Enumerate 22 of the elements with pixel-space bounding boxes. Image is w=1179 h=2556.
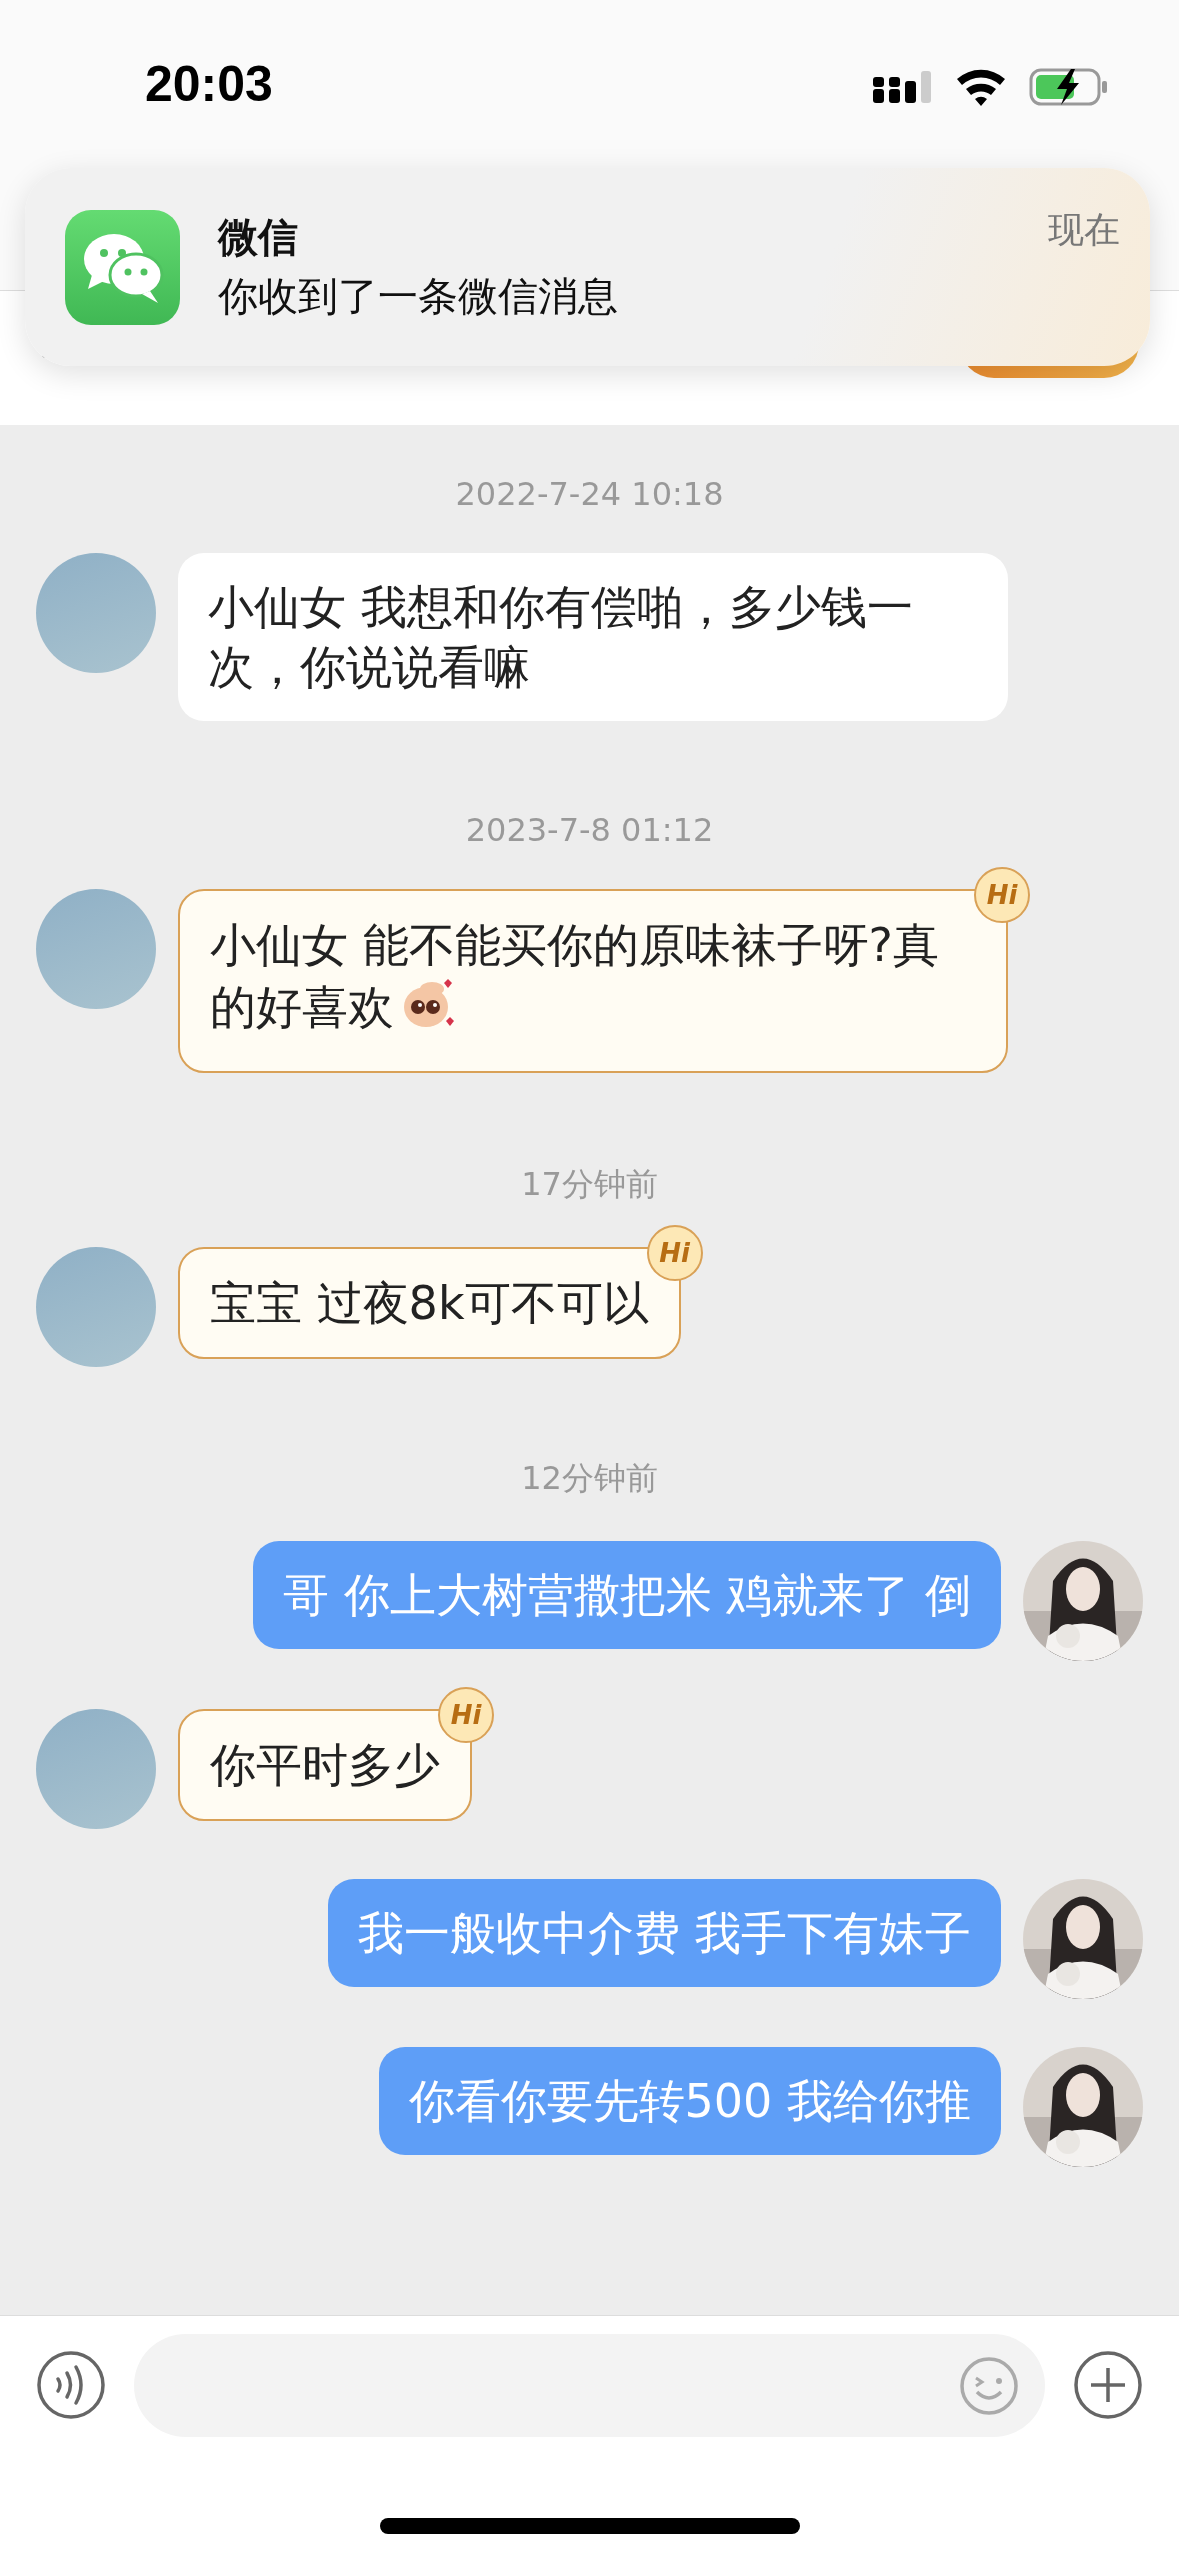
- chat-timestamp: 17分钟前: [521, 1164, 658, 1205]
- voice-icon[interactable]: [36, 2350, 106, 2420]
- wifi-icon: [955, 67, 1007, 107]
- message-bubble: 哥 你上大树营撒把米 鸡就来了 倒: [253, 1541, 1001, 1649]
- add-icon[interactable]: [1073, 2350, 1143, 2420]
- message-bubble: 我一般收中介费 我手下有妹子: [328, 1879, 1001, 1987]
- greeting-badge: Hi: [438, 1687, 494, 1743]
- notification-toast[interactable]: 微信 你收到了一条微信消息 现在: [25, 168, 1150, 366]
- notification-app-name: 微信: [218, 213, 299, 262]
- chat-timestamp: 2022-7-24 10:18: [455, 475, 724, 513]
- greeting-badge: Hi: [646, 1225, 703, 1281]
- chat-app-icon: [65, 209, 180, 325]
- notification-time: 现在: [1048, 208, 1120, 252]
- notification-message: 你收到了一条微信消息: [218, 272, 619, 321]
- greeting-badge: Hi: [974, 867, 1030, 923]
- chat-timestamp: 12分钟前: [521, 1458, 658, 1499]
- message-bubble: 你看你要先转500 我给你推: [378, 2047, 1001, 2155]
- battery-charging-icon: [1029, 67, 1109, 107]
- chat-timestamp: 2023-7-8 01:12: [465, 811, 714, 849]
- message-bubble: 小仙女 我想和你有偿啪，多少钱一次，你说说看嘛: [178, 553, 1008, 721]
- emoji-icon[interactable]: [959, 2355, 1019, 2416]
- status-time: 20:03: [145, 55, 273, 113]
